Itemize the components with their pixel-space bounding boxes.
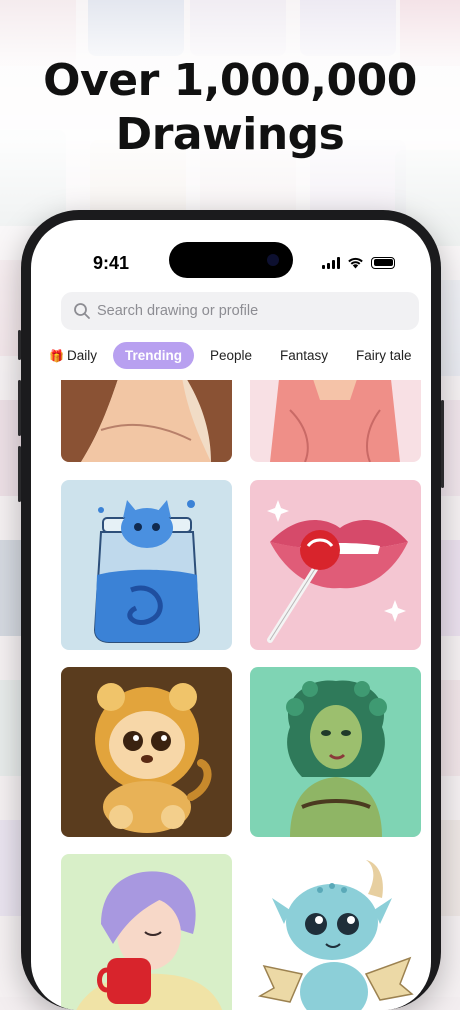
tab-label: Trending: [124, 348, 182, 363]
status-icons: [322, 256, 395, 269]
drawings-grid: [61, 380, 421, 1010]
drawing-card-girl-with-mug[interactable]: [61, 854, 232, 1010]
drawing-card-woman-long-hair[interactable]: [61, 380, 232, 462]
search-icon: [74, 303, 90, 319]
search-bar[interactable]: Search drawing or profile: [61, 292, 419, 330]
drawing-thumbnail: [61, 480, 232, 650]
wifi-icon: [348, 257, 363, 269]
phone-volume-up-button: [18, 380, 21, 436]
drawing-thumbnail: [250, 667, 421, 837]
phone-power-button: [441, 400, 444, 488]
tab-label: Fantasy: [280, 348, 329, 363]
status-time: 9:41: [93, 253, 130, 273]
tab-label: People: [209, 348, 253, 363]
drawing-thumbnail: [250, 380, 421, 462]
headline-line-2: Drawings: [115, 109, 345, 160]
tab-label: Daily: [66, 348, 97, 363]
headline-line-1: Over 1,000,000: [43, 55, 417, 106]
search-placeholder: Search drawing or profile: [97, 303, 259, 319]
category-tabs: 🎁 Daily Trending People Fantasy Fairy tal…: [49, 342, 428, 369]
drawing-card-woman-pink-top[interactable]: [250, 380, 421, 462]
tab-people[interactable]: People: [198, 342, 264, 369]
drawing-card-medusa[interactable]: [250, 667, 421, 837]
promo-headline: Over 1,000,000 Drawings: [0, 54, 460, 162]
tab-label: Fairy tale: [356, 348, 412, 363]
tab-fantasy[interactable]: Fantasy: [268, 342, 340, 369]
drawing-thumbnail: [250, 480, 421, 650]
cellular-signal-icon: [322, 256, 340, 269]
drawing-thumbnail: [61, 380, 232, 462]
tab-daily[interactable]: 🎁 Daily: [49, 342, 109, 369]
battery-icon: [371, 256, 395, 269]
drawing-thumbnail: [61, 667, 232, 837]
phone-frame: 9:41 Search drawing or profile 🎁 Daily T…: [18, 210, 444, 1010]
drawing-thumbnail: [61, 854, 232, 1010]
dynamic-island: [169, 242, 293, 278]
phone-action-button: [18, 330, 21, 360]
gift-icon: 🎁: [49, 349, 64, 363]
drawing-card-lips-lollipop[interactable]: [250, 480, 421, 650]
tab-fairy-tale[interactable]: Fairy tale: [344, 342, 424, 369]
front-camera: [267, 254, 279, 266]
app-screen: 9:41 Search drawing or profile 🎁 Daily T…: [31, 220, 431, 1010]
tab-trending[interactable]: Trending: [112, 342, 194, 369]
drawing-card-lion-cub[interactable]: [61, 667, 232, 837]
drawing-card-baby-dragon[interactable]: [250, 854, 421, 1010]
phone-volume-down-button: [18, 446, 21, 502]
drawing-card-cat-in-jar[interactable]: [61, 480, 232, 650]
drawing-thumbnail: [250, 854, 421, 1010]
